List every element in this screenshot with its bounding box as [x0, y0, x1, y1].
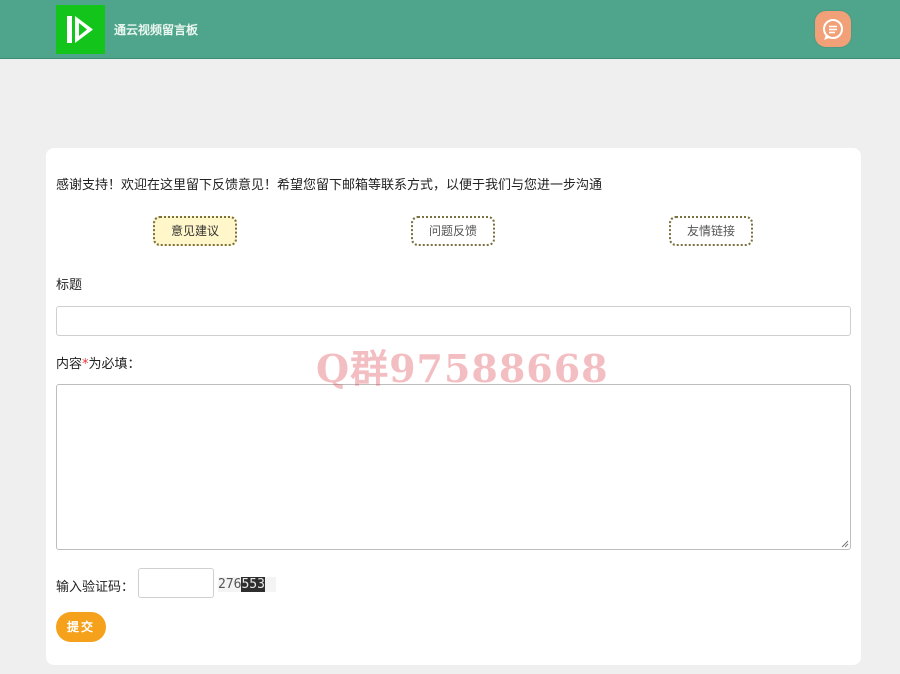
content-label-prefix: 内容 — [56, 357, 83, 372]
intro-text: 感谢支持！欢迎在这里留下反馈意见！希望您留下邮箱等联系方式，以便于我们与您进一步… — [56, 178, 603, 193]
play-logo-icon[interactable] — [56, 5, 105, 54]
watermark-text: Q群97588668 — [316, 346, 609, 391]
content-textarea[interactable] — [56, 384, 851, 550]
resize-grip-icon[interactable] — [841, 540, 849, 548]
title-label: 标题 — [56, 278, 83, 293]
captcha-label: 输入验证码： — [56, 580, 135, 595]
tab-friend-links[interactable]: 友情链接 — [669, 216, 753, 246]
captcha-input[interactable] — [138, 568, 214, 598]
chat-bubble-icon[interactable] — [815, 11, 851, 47]
content-label: 内容*为必填： — [56, 353, 141, 372]
top-header: 通云视频留言板 — [0, 0, 900, 59]
captcha-code-noisy: 553 — [241, 577, 265, 592]
tab-issue-feedback[interactable]: 问题反馈 — [411, 216, 495, 246]
captcha-image[interactable]: 276553 — [218, 577, 276, 592]
submit-button[interactable]: 提交 — [56, 612, 106, 642]
feedback-card: 感谢支持！欢迎在这里留下反馈意见！希望您留下邮箱等联系方式，以便于我们与您进一步… — [46, 148, 861, 665]
title-input[interactable] — [56, 306, 851, 336]
content-label-suffix: 为必填： — [88, 357, 141, 372]
brand-name: 通云视频留言板 — [114, 23, 199, 37]
captcha-code-plain: 276 — [218, 577, 242, 592]
tab-suggestions[interactable]: 意见建议 — [153, 216, 237, 246]
